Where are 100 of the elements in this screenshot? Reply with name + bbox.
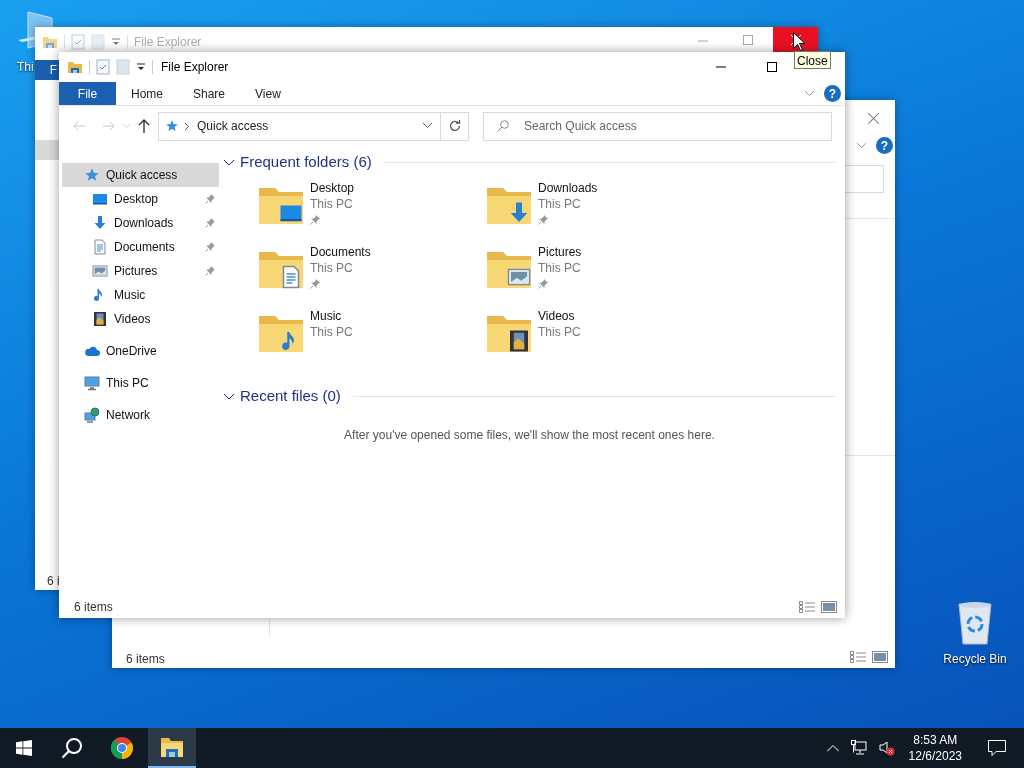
- ribbon-tab[interactable]: F: [35, 60, 59, 80]
- folder-location: This PC: [538, 260, 582, 276]
- search-icon: [497, 119, 509, 132]
- up-arrow-icon[interactable]: [138, 119, 150, 133]
- navigation-item[interactable]: Downloads: [62, 211, 219, 235]
- close-icon: [790, 34, 801, 45]
- section-heading[interactable]: Recent files (0): [240, 384, 341, 408]
- pin-icon: [538, 279, 548, 289]
- folder-location: This PC: [310, 324, 353, 340]
- window-title: File Explorer: [134, 34, 202, 51]
- folder-tile[interactable]: Music This PC: [257, 308, 485, 372]
- pin-icon: [205, 242, 215, 252]
- network-icon[interactable]: [850, 740, 867, 756]
- minimize-icon: [715, 66, 726, 68]
- ribbon-tab[interactable]: File: [59, 82, 116, 105]
- folder-name: Videos: [538, 308, 576, 324]
- recycle-bin-icon[interactable]: [955, 600, 995, 646]
- monitor-icon: [84, 375, 100, 391]
- close-icon[interactable]: [868, 113, 879, 124]
- address-path: Quick access: [197, 118, 269, 135]
- pin-icon: [205, 218, 215, 228]
- maximize-icon: [766, 62, 777, 72]
- navigation-highlight: [35, 140, 59, 160]
- pin-icon: [538, 215, 548, 225]
- pin-icon: [310, 215, 320, 225]
- navigation-item[interactable]: Network: [62, 403, 219, 427]
- taskbar-app-button[interactable]: [148, 728, 196, 768]
- folder-icon: [160, 736, 184, 758]
- navigation-item[interactable]: Documents: [62, 235, 219, 259]
- folder-name: Music: [310, 308, 343, 324]
- star-icon: [165, 119, 179, 133]
- folder-location: This PC: [538, 324, 581, 340]
- navigation-item[interactable]: Desktop: [62, 187, 219, 211]
- chevron-down-icon[interactable]: [224, 157, 234, 167]
- clock-date[interactable]: 12/6/2023: [908, 748, 962, 764]
- folder-tile[interactable]: Downloads This PC: [485, 180, 713, 244]
- chevron-down-icon[interactable]: [423, 123, 432, 129]
- clock-time[interactable]: 8:53 AM: [913, 732, 958, 748]
- help-button[interactable]: ?: [824, 85, 841, 102]
- tooltip: Close: [794, 51, 831, 69]
- folder-name: Downloads: [538, 180, 598, 196]
- folder-tile[interactable]: Pictures This PC: [485, 244, 713, 308]
- browser-icon: [110, 736, 134, 760]
- properties-icon: [71, 34, 85, 50]
- empty-message: After you've opened some files, we'll show the most recent ones here.: [344, 427, 715, 444]
- details-view-icon[interactable]: [850, 651, 866, 663]
- large-icons-view-icon[interactable]: [872, 651, 888, 663]
- help-button[interactable]: ?: [876, 137, 893, 154]
- down-arrow-icon: [92, 215, 108, 231]
- status-text: 6 items: [126, 651, 165, 668]
- pin-icon: [205, 194, 215, 204]
- desktop-icon-label[interactable]: Recycle Bin: [943, 650, 1007, 668]
- search-icon: [61, 737, 83, 759]
- status-text: 6 items: [74, 599, 113, 616]
- windows-logo-icon: [16, 740, 32, 756]
- muted-speaker-icon[interactable]: [878, 740, 895, 756]
- network-icon: [84, 407, 100, 423]
- address-bar[interactable]: Quick access: [158, 111, 441, 141]
- notification-icon[interactable]: [988, 740, 1006, 756]
- navigation-item[interactable]: This PC: [62, 371, 219, 395]
- monitor-icon: [92, 191, 108, 207]
- folder-tile[interactable]: Documents This PC: [257, 244, 485, 308]
- ribbon-tab[interactable]: Home: [116, 82, 178, 105]
- properties-icon: [96, 59, 110, 75]
- folder-name: Documents: [310, 244, 371, 260]
- chevron-down-icon[interactable]: [224, 391, 234, 401]
- navigation-item[interactable]: Quick access: [62, 163, 219, 187]
- navigation-item[interactable]: Pictures: [62, 259, 219, 283]
- details-view-icon[interactable]: [799, 601, 815, 613]
- folder-name: Desktop: [310, 180, 355, 196]
- new-folder-icon: [116, 59, 130, 75]
- folder-icon: [67, 59, 83, 75]
- navigation-item[interactable]: Videos: [62, 307, 219, 331]
- chevron-up-icon[interactable]: [826, 744, 839, 752]
- ribbon-tab[interactable]: View: [240, 82, 296, 105]
- document-icon: [92, 239, 108, 255]
- caret-icon: [136, 62, 146, 72]
- window-title: File Explorer: [161, 59, 229, 76]
- mouse-cursor-icon: [793, 32, 805, 51]
- folder-icon: [42, 34, 58, 50]
- new-folder-icon: [91, 34, 105, 50]
- folder-name: Pictures: [538, 244, 582, 260]
- picture-icon: [92, 263, 108, 279]
- large-icons-view-icon[interactable]: [821, 601, 837, 613]
- folder-tile[interactable]: Desktop This PC: [257, 180, 485, 244]
- section-heading[interactable]: Frequent folders (6): [240, 150, 372, 174]
- folder-tile[interactable]: Videos This PC: [485, 308, 713, 372]
- refresh-button[interactable]: [441, 111, 469, 141]
- navigation-item[interactable]: Music: [62, 283, 219, 307]
- navigation-item[interactable]: OneDrive: [62, 339, 219, 363]
- ribbon-tab[interactable]: Share: [178, 82, 241, 105]
- folder-location: This PC: [538, 196, 582, 212]
- status-text: 6 i: [47, 573, 60, 590]
- search-field[interactable]: Search Quick access: [483, 111, 832, 141]
- film-icon: [92, 311, 108, 327]
- refresh-icon: [448, 120, 461, 132]
- folder-location: This PC: [310, 196, 354, 212]
- caret-icon: [111, 37, 121, 47]
- chevron-right-icon: [185, 122, 189, 130]
- star-icon: [84, 167, 100, 183]
